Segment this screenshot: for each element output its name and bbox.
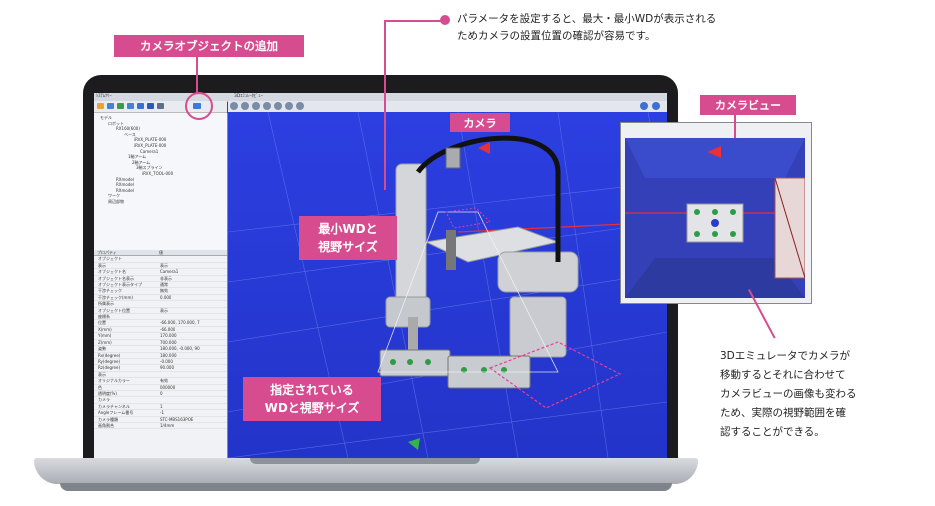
property-value: 000000 — [160, 384, 176, 390]
parameter-note-dot — [440, 15, 450, 25]
property-key: オブジェクト — [98, 256, 122, 262]
view-fit-icon[interactable] — [296, 102, 304, 110]
property-key: 表示 — [98, 371, 106, 377]
property-key: 姿勢 — [98, 346, 106, 352]
property-key: オブジェクト名表示 — [98, 275, 134, 281]
robot-arm-2 — [497, 251, 579, 293]
specified-wd-callout: 指定されている WDと視野サイズ — [243, 377, 381, 421]
property-key: X(mm) — [98, 326, 112, 332]
property-key: オブジェクト位置 — [98, 307, 130, 313]
view-front-icon[interactable] — [241, 102, 249, 110]
add-camera-callout: カメラオブジェクトの追加 — [114, 35, 304, 57]
object-tree: モデル ロボット RX160(600) ベース iRVX_PLATE-000 i… — [94, 113, 228, 251]
property-key: Rx(degree) — [98, 352, 121, 358]
property-value: 1/4mm — [160, 422, 175, 428]
property-value: 1 — [160, 403, 163, 409]
view-iso-icon[interactable] — [274, 102, 282, 110]
property-key: オブジェクト表示タイプ — [98, 282, 142, 288]
parameter-note-leader-h — [385, 20, 443, 22]
camera-model — [445, 147, 461, 169]
camera-view-image — [625, 138, 805, 298]
property-key: 画角割合 — [98, 422, 114, 428]
property-key: オリジナルカラー — [98, 378, 130, 384]
property-value: -66.000 — [160, 326, 176, 332]
property-value: 表示 — [160, 262, 168, 268]
property-value: Camera1 — [160, 269, 179, 275]
laptop-base-bottom — [60, 483, 672, 491]
property-value: 180.000 — [160, 352, 177, 358]
property-key: Y(mm) — [98, 333, 112, 339]
property-value: 有効 — [160, 378, 168, 384]
property-value: 通常 — [160, 282, 168, 288]
help-icon[interactable] — [652, 102, 660, 110]
property-key: 干渉チェック — [98, 288, 122, 294]
parameter-note-leader-v — [384, 20, 386, 190]
property-key: 干渉チェック(mm) — [98, 294, 133, 300]
camera-view-leader — [734, 114, 736, 138]
property-value: 0 — [160, 390, 163, 396]
delete-icon[interactable] — [157, 103, 164, 109]
left-panel-title: ｼｽﾃﾑﾂﾘｰ — [96, 94, 112, 99]
peripheral-icon[interactable] — [137, 103, 144, 109]
property-value: 90.000 — [160, 365, 174, 371]
property-value: STC-MBS163POE — [160, 416, 194, 422]
property-value: -0.000 — [160, 358, 173, 364]
property-key: 座標系 — [98, 314, 110, 320]
property-key: Ry(degree) — [98, 358, 121, 364]
property-key: 透明度(%) — [98, 390, 117, 396]
properties-panel: プロパティ 値 オブジェクト 表示 表示 オブジェクト名 Camera1 オブジェクト名表… — [94, 250, 228, 458]
robot-column — [395, 163, 427, 315]
link-icon[interactable] — [147, 103, 154, 109]
new-icon[interactable] — [97, 103, 104, 109]
right-panel-title: 3Dｴﾐｭﾚｰﾀﾋﾞｭｰ — [234, 94, 263, 99]
property-value: 表示 — [160, 307, 168, 313]
property-value: 170.000 — [160, 333, 177, 339]
property-key: カメラ種類 — [98, 416, 118, 422]
view-zoom-icon[interactable] — [285, 102, 293, 110]
refresh-icon[interactable] — [640, 102, 648, 110]
property-value: -66.000, 170.000, 7 — [160, 320, 200, 326]
property-key: Z(mm) — [98, 339, 112, 345]
property-key: オブジェクト名 — [98, 269, 126, 275]
property-key: Angleフレーム番号 — [98, 410, 134, 416]
min-wd-callout: 最小WDと 視野サイズ — [299, 216, 397, 260]
view-reset-icon[interactable] — [230, 102, 238, 110]
emulator-note: 3Dエミュレータでカメラが 移動するとそれに合わせて カメラビューの画像も変わる… — [720, 350, 857, 438]
property-value: 700.000 — [160, 339, 177, 345]
property-key: カメラ — [98, 397, 110, 403]
property-value: -1 — [160, 410, 164, 416]
property-key: 所属表示 — [98, 301, 114, 307]
tree-item[interactable]: 周辺部物 — [94, 199, 227, 205]
robot-icon[interactable] — [107, 103, 114, 109]
work-icon[interactable] — [117, 103, 124, 109]
y-axis-arrow — [408, 438, 420, 450]
add-camera-highlight — [185, 92, 213, 120]
view-side-icon[interactable] — [252, 102, 260, 110]
property-key: 位置 — [98, 320, 106, 326]
properties-rows: オブジェクト 表示 表示 オブジェクト名 Camera1 オブジェクト名表示 非表示 オブジェ… — [94, 256, 227, 430]
camera-view-scene — [625, 138, 805, 298]
view-top-icon[interactable] — [263, 102, 271, 110]
property-value: 無効 — [160, 288, 168, 294]
camera-callout: カメラ — [450, 113, 510, 132]
parameter-note: パラメータを設定すると、最大・最小WDが表示される ためカメラの設置位置の確認が… — [457, 13, 717, 42]
robot-motor-block — [509, 296, 567, 358]
property-value: 0.000 — [160, 294, 172, 300]
camera-bracket — [446, 230, 456, 270]
min-wd-frame — [445, 207, 492, 229]
property-key: カメラチャンネル — [98, 403, 130, 409]
property-key: 色 — [98, 384, 102, 390]
property-key: 表示 — [98, 262, 106, 268]
laptop-base-notch — [250, 458, 480, 464]
property-value: 180.000, -0.000, 90 — [160, 346, 200, 352]
property-row[interactable]: 画角割合 1/4mm — [94, 422, 227, 430]
camera-view-callout: カメラビュー — [700, 95, 796, 115]
x-axis-arrow — [478, 142, 490, 154]
property-key: Rz(degree) — [98, 365, 121, 371]
property-value: 非表示 — [160, 275, 172, 281]
tool-icon[interactable] — [127, 103, 134, 109]
add-camera-leader — [196, 55, 198, 93]
